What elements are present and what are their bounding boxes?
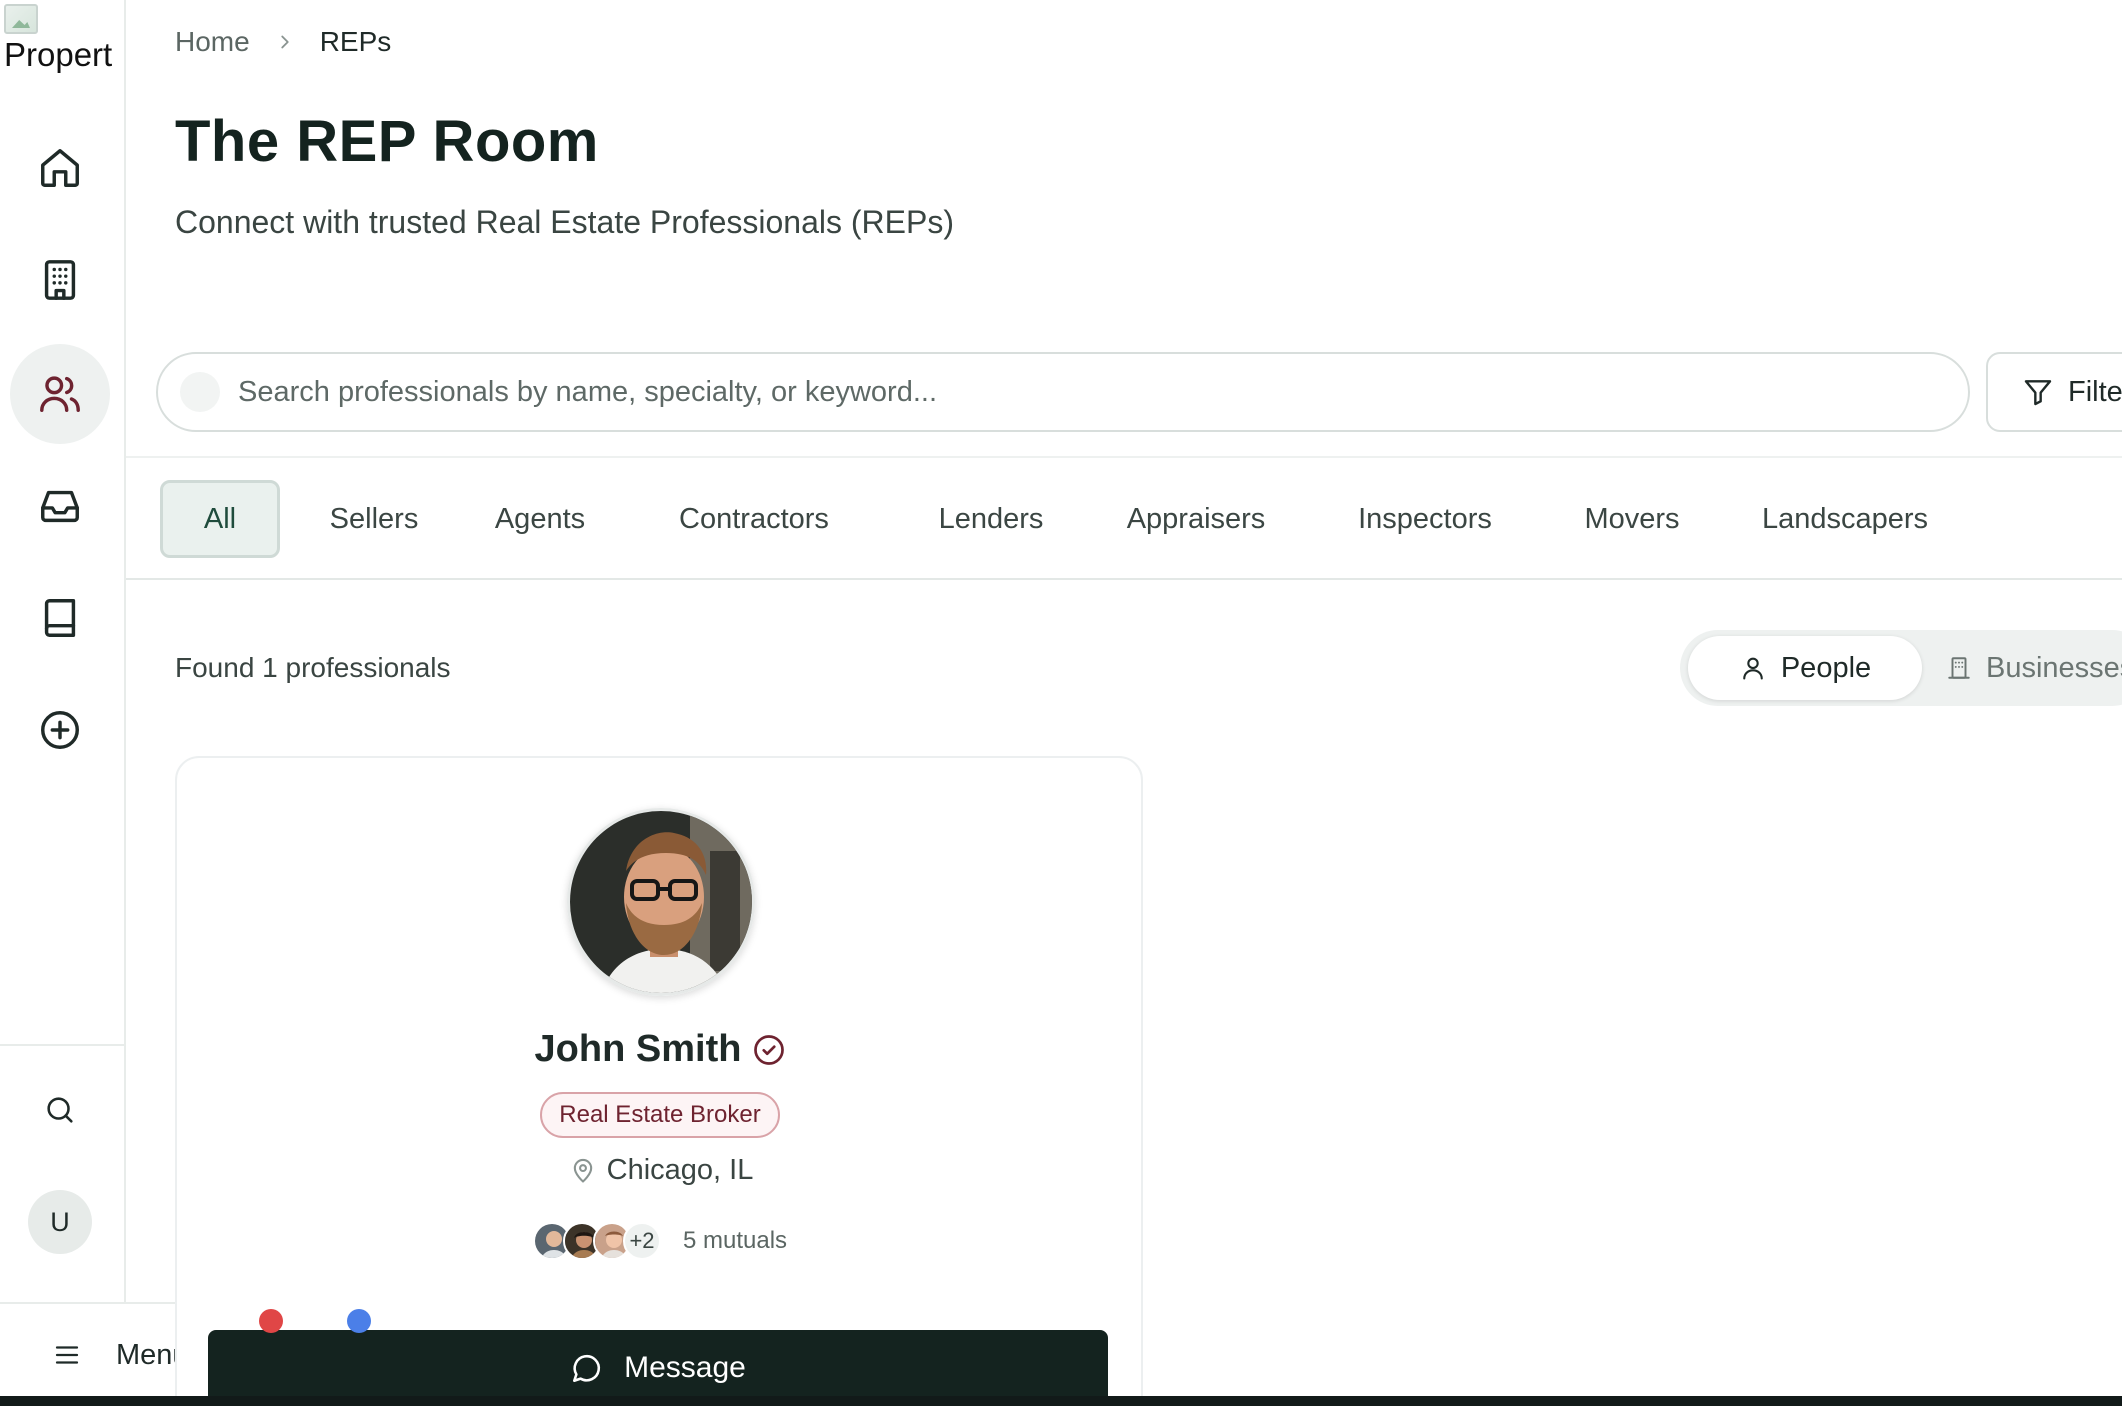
building-icon xyxy=(44,260,76,300)
toggle-businesses-label: Businesses xyxy=(1986,651,2122,684)
toggle-people-label: People xyxy=(1780,651,1872,684)
chat-bubble-icon xyxy=(573,1354,601,1383)
message-button[interactable]: Message xyxy=(208,1330,1108,1406)
message-label: Message xyxy=(624,1351,746,1384)
tab-sellers[interactable]: Sellers xyxy=(314,480,434,558)
sidebar-divider xyxy=(0,1044,126,1046)
sidebar-item-create[interactable] xyxy=(10,680,110,780)
sidebar-item-inbox[interactable] xyxy=(10,456,110,556)
red-indicator-dot xyxy=(259,1309,283,1333)
blue-indicator-dot xyxy=(347,1309,371,1333)
tab-contractors[interactable]: Contractors xyxy=(674,480,834,558)
people-business-toggle: People Businesses xyxy=(1680,630,2122,706)
search-icon xyxy=(47,1097,73,1123)
person-icon xyxy=(1743,657,1763,680)
sidebar: Propert U xyxy=(0,0,126,1406)
tab-landscapers[interactable]: Landscapers xyxy=(1760,480,1930,558)
user-avatar[interactable]: U xyxy=(28,1190,92,1254)
toggle-people[interactable]: People xyxy=(1688,636,1922,700)
mutuals-more-count: +2 xyxy=(623,1222,661,1260)
filter-button[interactable]: Filte xyxy=(1986,352,2122,432)
tab-inspectors[interactable]: Inspectors xyxy=(1350,480,1500,558)
mutuals-text: 5 mutuals xyxy=(683,1227,788,1254)
sidebar-item-home[interactable] xyxy=(10,118,110,218)
plus-circle-icon xyxy=(41,711,79,749)
app-logo[interactable]: Propert xyxy=(4,4,120,78)
sidebar-item-reps[interactable] xyxy=(10,344,110,444)
search-bar xyxy=(156,352,1970,432)
breadcrumb-home[interactable]: Home xyxy=(175,26,250,58)
breadcrumb: Home REPs xyxy=(175,26,391,58)
book-icon xyxy=(44,599,76,637)
toggle-businesses[interactable]: Businesses xyxy=(1946,636,2122,700)
sidebar-item-properties[interactable] xyxy=(10,230,110,330)
tab-movers[interactable]: Movers xyxy=(1572,480,1692,558)
logo-alt-text: Propert xyxy=(4,36,113,73)
filter-icon xyxy=(2024,380,2052,406)
role-badge: Real Estate Broker xyxy=(540,1092,780,1138)
chevron-right-icon xyxy=(281,35,289,49)
search-input[interactable] xyxy=(238,375,1838,409)
results-count: Found 1 professionals xyxy=(175,652,451,683)
bottom-edge-bar xyxy=(0,1396,2122,1406)
profile-card[interactable]: John Smith Real Estate Broker Chicago, I… xyxy=(175,756,1143,1406)
profile-photo-illustration xyxy=(570,811,752,993)
menu-button[interactable]: Menu xyxy=(0,1302,200,1406)
page-title: The REP Room xyxy=(175,109,599,174)
breadcrumb-current: REPs xyxy=(319,26,392,57)
home-icon xyxy=(41,149,79,187)
filter-label: Filte xyxy=(2068,375,2122,408)
tab-lenders[interactable]: Lenders xyxy=(926,480,1056,558)
inbox-icon xyxy=(41,490,79,523)
sidebar-search-button[interactable] xyxy=(10,1060,110,1160)
search-leading-icon xyxy=(180,372,220,412)
profile-photo xyxy=(567,808,755,996)
tab-agents[interactable]: Agents xyxy=(480,480,600,558)
users-icon xyxy=(40,376,80,413)
building-icon xyxy=(1948,657,1970,679)
sidebar-item-resources[interactable] xyxy=(10,568,110,668)
category-tabs: All Sellers Agents Contractors Lenders A… xyxy=(126,456,2122,580)
hamburger-icon xyxy=(55,1346,79,1364)
tab-all[interactable]: All xyxy=(160,480,280,558)
tab-appraisers[interactable]: Appraisers xyxy=(1116,480,1276,558)
location-row: Chicago, IL xyxy=(177,1154,1145,1187)
location-text: Chicago, IL xyxy=(606,1154,754,1186)
person-name[interactable]: John Smith xyxy=(535,1028,742,1071)
name-row: John Smith xyxy=(177,1028,1145,1071)
page-subtitle: Connect with trusted Real Estate Profess… xyxy=(175,204,954,240)
map-pin-icon xyxy=(573,1158,592,1183)
verified-icon xyxy=(754,1034,785,1065)
mutuals-row[interactable]: +2 5 mutuals xyxy=(533,1222,787,1260)
broken-image-icon xyxy=(4,4,38,34)
